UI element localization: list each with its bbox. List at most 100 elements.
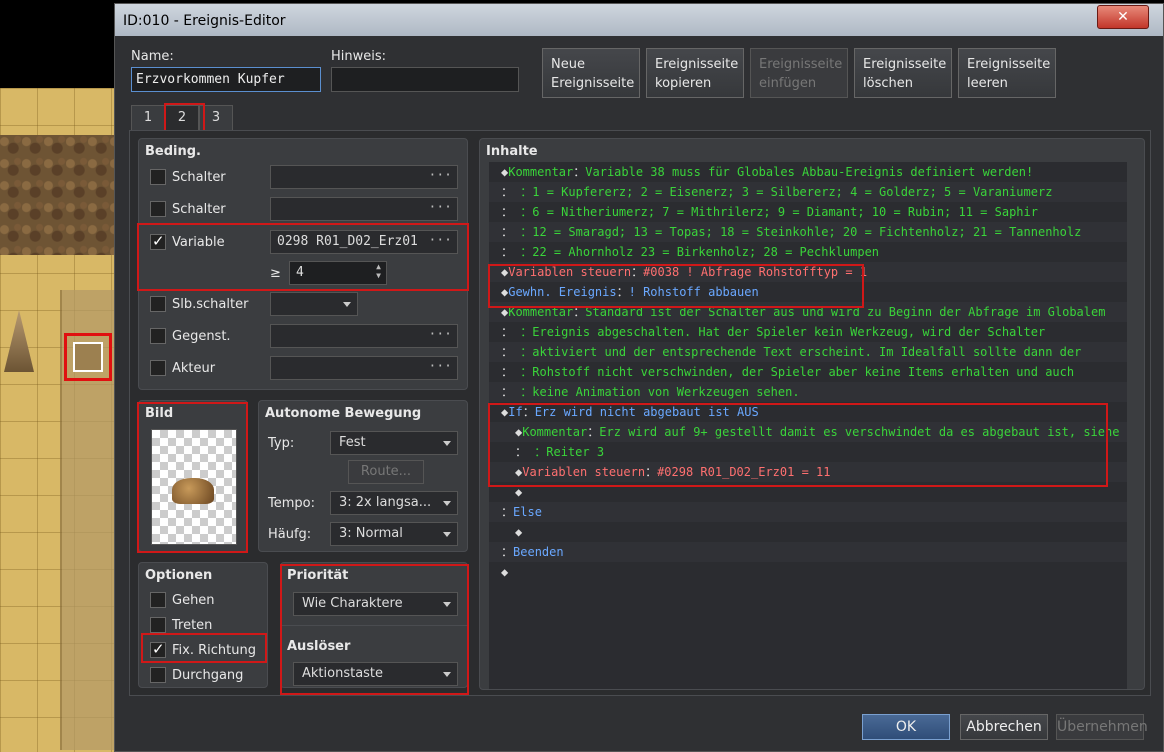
hint-label: Hinweis: [331,49,387,64]
actor-field[interactable]: ··· [270,356,458,380]
command-line[interactable]: ◆Kommentar：Erz wird auf 9+ gestellt dami… [515,422,1119,442]
ellipsis-icon: ··· [428,233,452,248]
spinner-arrows-icon[interactable]: ▲ ▼ [376,262,381,280]
clear-page-button[interactable]: Ereignisseite leeren [958,48,1056,98]
command-line[interactable]: ◆If：Erz wird nicht abgebaut ist AUS [501,402,759,422]
command-line[interactable]: ◆Variablen steuern：#0298 R01_D02_Erz01 =… [515,462,830,482]
image-panel: Bild [138,400,248,552]
map-event-highlight[interactable] [64,333,112,381]
frequency-dropdown[interactable]: 3: Normal [330,522,458,546]
title-bar: ID:010 - Ereignis-Editor ✕ [115,4,1163,36]
variable-checkbox[interactable] [150,232,166,250]
frequency-value: 3: Normal [339,526,403,541]
command-line[interactable]: ◆ [515,522,522,542]
tab-1[interactable]: 1 [131,105,165,131]
switch1-checkbox[interactable] [150,169,166,185]
delete-page-button[interactable]: Ereignisseite löschen [854,48,952,98]
map-preview [0,0,118,752]
self-switch-checkbox[interactable] [150,296,166,312]
command-line[interactable]: ： ：1 = Kupfererz; 2 = Eisenerz; 3 = Silb… [501,182,1052,202]
actor-checkbox[interactable] [150,360,166,376]
command-line[interactable]: ： ：22 = Ahornholz 23 = Birkenholz; 28 = … [501,242,879,262]
step-label: Treten [172,618,213,633]
command-line[interactable]: ◆ [515,482,522,502]
command-line[interactable]: ：Else [501,502,542,522]
btn-line: löschen [863,76,913,91]
command-text: ： [573,165,586,179]
variable-number-spinner[interactable]: 4 ▲ ▼ [289,261,387,285]
command-text: ：22 = Ahornholz 23 = Birkenholz; 28 = Pe… [513,245,880,259]
self-switch-dropdown[interactable] [270,292,358,316]
command-text: Erz wird nicht abgebaut ist AUS [534,405,759,419]
route-button[interactable]: Route... [348,460,424,484]
spinner-value: 4 [296,265,304,280]
priority-dropdown[interactable]: Wie Charaktere [293,592,458,616]
copy-page-button[interactable]: Ereignisseite kopieren [646,48,744,98]
type-dropdown[interactable]: Fest [330,431,458,455]
hint-input[interactable] [331,67,519,92]
command-text: ： [501,205,514,219]
tab-3[interactable]: 3 [199,105,233,131]
apply-button[interactable]: Übernehmen [1056,714,1148,740]
switch2-field[interactable]: ··· [270,197,458,221]
chevron-down-icon [443,672,451,677]
command-text: ： [616,285,629,299]
map-event-tile[interactable] [73,342,103,372]
item-checkbox[interactable] [150,328,166,344]
switch2-checkbox[interactable] [150,201,166,217]
ellipsis-icon: ··· [428,359,452,374]
command-line[interactable]: ：Beenden [501,542,564,562]
command-text: If [508,405,523,419]
fixdir-checkbox[interactable] [150,640,166,658]
command-text: Kommentar [508,165,574,179]
command-line[interactable]: ： ：Reiter 3 [515,442,604,462]
command-text: Variablen steuern [508,265,632,279]
through-checkbox[interactable] [150,667,166,683]
walk-checkbox[interactable] [150,592,166,608]
event-graphic[interactable] [151,429,237,545]
options-title: Optionen [145,568,213,583]
variable-field[interactable]: 0298 R01_D02_Erz01 ··· [270,230,458,254]
paste-page-button[interactable]: Ereignisseite einfügen [750,48,848,98]
cancel-button[interactable]: Abbrechen [960,714,1048,740]
name-input[interactable]: Erzvorkommen Kupfer [131,67,321,92]
command-line[interactable]: ： ：6 = Nitheriumerz; 7 = Mithrilerz; 9 =… [501,202,1038,222]
item-field[interactable]: ··· [270,324,458,348]
command-text: ： [645,465,658,479]
command-line[interactable]: ◆Kommentar：Standard ist der Schalter aus… [501,302,1105,322]
new-page-button[interactable]: Neue Ereignisseite [542,48,640,98]
trigger-dropdown[interactable]: Aktionstaste [293,662,458,686]
chevron-down-icon [443,532,451,537]
command-line[interactable]: ◆Kommentar：Variable 38 muss für Globales… [501,162,1033,182]
command-text: Kommentar [522,425,588,439]
command-line[interactable]: ◆Gewhn. Ereignis：! Rohstoff abbauen [501,282,759,302]
through-label: Durchgang [172,668,244,683]
command-text: ◆ [501,565,509,579]
ok-button[interactable]: OK [862,714,950,740]
switch1-label: Schalter [172,170,226,185]
event-command-list[interactable]: ◆Kommentar：Variable 38 muss für Globales… [489,162,1127,689]
fixdir-label: Fix. Richtung [172,643,256,658]
command-text: ： [587,425,600,439]
row-stripe [489,502,1127,522]
speed-dropdown[interactable]: 3: 2x langsa... [330,491,458,515]
tab-2[interactable]: 2 [165,105,199,131]
command-line[interactable]: ： ：aktiviert und der entsprechende Text … [501,342,1081,362]
command-text: Else [513,505,542,519]
image-title: Bild [145,406,174,421]
btn-line: Ereignisseite [967,57,1051,72]
btn-line: einfügen [759,76,817,91]
btn-line: leeren [967,76,1008,91]
command-line[interactable]: ： ：Ereignis abgeschalten. Hat der Spiele… [501,322,1045,342]
command-line[interactable]: ◆ [501,562,508,582]
command-text: ：12 = Smaragd; 13 = Topas; 18 = Steinkoh… [513,225,1082,239]
switch1-field[interactable]: ··· [270,165,458,189]
command-text: ： [501,185,514,199]
close-button[interactable]: ✕ [1097,5,1149,29]
command-line[interactable]: ： ：keine Animation von Werkzeugen sehen. [501,382,800,402]
command-line[interactable]: ◆Variablen steuern：#0038 ! Abfrage Rohst… [501,262,867,282]
step-checkbox[interactable] [150,617,166,633]
command-line[interactable]: ： ：Rohstoff nicht verschwinden, der Spie… [501,362,1074,382]
contents-title: Inhalte [486,144,538,159]
command-line[interactable]: ： ：12 = Smaragd; 13 = Topas; 18 = Steink… [501,222,1081,242]
